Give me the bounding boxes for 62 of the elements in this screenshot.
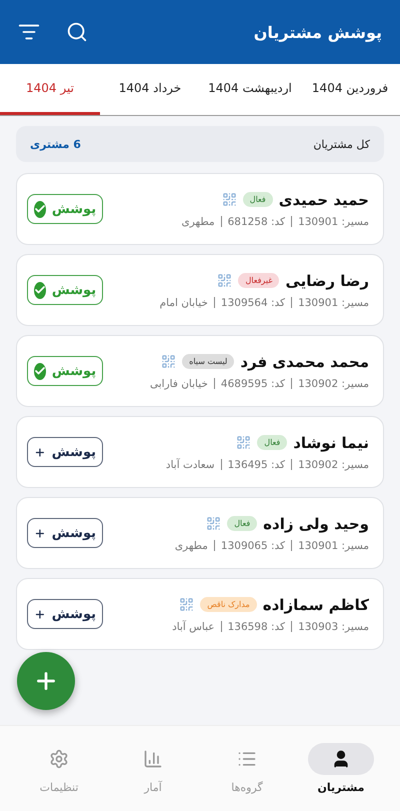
code-text: کد: 136598: [228, 620, 286, 632]
status-tag: فعال: [227, 516, 258, 531]
customer-card[interactable]: رضا رضایی غیرفعال مسیر: 130901 کد: 1309564 خیابان امام پوشش: [16, 254, 384, 326]
status-tag: غیرفعال: [238, 273, 280, 288]
route-text: مسیر: 130901: [298, 296, 369, 308]
customer-card[interactable]: حمید حمیدی فعال مسیر: 130901 کد: 681258 مطهری پوشش: [16, 173, 384, 245]
month-tab[interactable]: خرداد 1404: [100, 64, 200, 115]
customer-card[interactable]: محمد محمدی فرد لیست سیاه مسیر: 130902 کد: 4689595 خیابان فارابی پوشش: [16, 335, 384, 407]
route-text: مسیر: 130903: [298, 620, 369, 632]
check-icon: [34, 200, 46, 218]
customer-name: محمد محمدی فرد: [240, 352, 369, 370]
customer-name: حمید حمیدی: [278, 190, 369, 208]
coverage-button[interactable]: پوشش: [27, 437, 103, 467]
app-title: پوشش مشتریان: [254, 22, 382, 42]
qr-code-icon[interactable]: [161, 354, 176, 369]
code-text: کد: 1309564: [220, 296, 286, 308]
coverage-button[interactable]: پوشش: [27, 356, 103, 386]
qr-code-icon[interactable]: [217, 273, 232, 288]
qr-code-icon[interactable]: [179, 597, 194, 612]
status-tag: فعال: [242, 192, 273, 207]
customer-count: 6 مشتری: [30, 138, 81, 150]
route-text: مسیر: 130902: [298, 378, 369, 390]
customer-name: کاظم سمازاده: [262, 596, 369, 614]
bar-chart-icon: [143, 749, 163, 769]
address-text: مطهری: [181, 216, 215, 228]
customer-card[interactable]: وحید ولی زاده فعال مسیر: 130901 کد: 1309065 مطهری پوشش: [16, 497, 384, 569]
coverage-button[interactable]: پوشش: [27, 275, 103, 305]
address-text: عباس آباد: [172, 620, 215, 632]
nav-item[interactable]: مشتریان: [294, 726, 388, 811]
customer-card[interactable]: کاظم سمازاده مدارک ناقص مسیر: 130903 کد: 136598 عباس آباد پوشش: [16, 578, 384, 650]
address-text: خیابان امام: [160, 296, 208, 308]
status-tag: مدارک ناقص: [200, 597, 257, 612]
code-text: کد: 136495: [228, 458, 286, 470]
code-text: کد: 4689595: [220, 378, 286, 390]
address-text: سعادت آباد: [166, 458, 215, 470]
month-tab[interactable]: اردیبهشت 1404: [200, 64, 300, 115]
check-icon: [34, 282, 46, 298]
route-text: مسیر: 130901: [298, 540, 369, 552]
route-text: مسیر: 130901: [298, 216, 369, 228]
route-text: مسیر: 130902: [298, 458, 369, 470]
customer-name: وحید ولی زاده: [263, 514, 369, 532]
coverage-button[interactable]: پوشش: [27, 518, 103, 548]
status-tag: لیست سیاه: [182, 354, 234, 369]
customer-name: رضا رضایی: [285, 272, 369, 290]
status-tag: فعال: [257, 435, 288, 450]
qr-code-icon[interactable]: [222, 192, 237, 207]
add-button[interactable]: [17, 652, 75, 710]
code-text: کد: 681258: [228, 216, 286, 228]
month-tab[interactable]: تیر 1404: [0, 64, 100, 115]
coverage-button[interactable]: پوشش: [27, 194, 103, 224]
qr-code-icon[interactable]: [236, 435, 252, 450]
coverage-button[interactable]: پوشش: [27, 599, 103, 629]
month-tab[interactable]: فروردین 1404: [300, 64, 400, 115]
customer-card[interactable]: نیما نوشاد فعال مسیر: 130902 کد: 136495 سعادت آباد پوشش: [16, 416, 384, 488]
check-icon: [34, 362, 46, 380]
code-text: کد: 1309065: [220, 540, 286, 552]
settings-icon: [49, 749, 69, 769]
qr-code-icon[interactable]: [206, 516, 222, 531]
address-text: خیابان فارابی: [150, 378, 208, 390]
address-text: مطهری: [174, 540, 208, 552]
summary-label: کل مشتریان: [313, 138, 370, 150]
customer-name: نیما نوشاد: [293, 434, 369, 452]
